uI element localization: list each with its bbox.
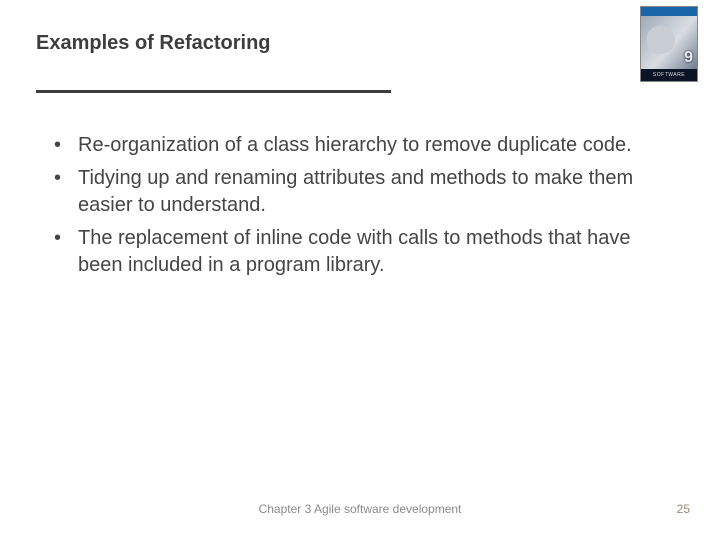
footer-chapter: Chapter 3 Agile software development: [0, 502, 720, 516]
cover-label: SOFTWARE ENGINEERING: [641, 69, 697, 81]
list-item: The replacement of inline code with call…: [48, 225, 660, 279]
slide: Examples of Refactoring 9 SOFTWARE ENGIN…: [0, 0, 720, 540]
list-item: Re-organization of a class hierarchy to …: [48, 132, 660, 159]
cover-top-band: [641, 7, 697, 16]
content-area: Re-organization of a class hierarchy to …: [48, 132, 660, 285]
list-item: Tidying up and renaming attributes and m…: [48, 165, 660, 219]
book-cover-thumbnail: 9 SOFTWARE ENGINEERING: [640, 6, 698, 82]
cover-edition-number: 9: [684, 49, 693, 67]
footer-page-number: 25: [677, 502, 690, 516]
bullet-list: Re-organization of a class hierarchy to …: [48, 132, 660, 279]
title-divider: [36, 90, 391, 93]
slide-title: Examples of Refactoring: [36, 32, 271, 55]
